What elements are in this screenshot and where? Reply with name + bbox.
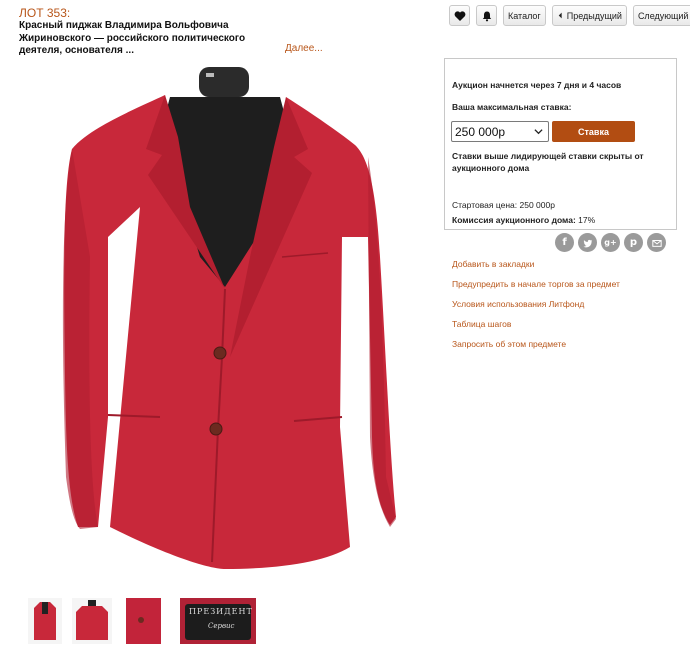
place-bid-button[interactable]: Ставка xyxy=(552,121,635,142)
commission-label: Комиссия аукционного дома: xyxy=(452,215,576,225)
brand-label-line2: Сервис xyxy=(208,622,235,630)
previous-label: Предыдущий xyxy=(566,10,622,21)
chevron-down-icon xyxy=(534,129,543,135)
lot-title: Красный пиджак Владимира Вольфовича Жири… xyxy=(19,20,246,56)
share-buttons: f g+ p xyxy=(555,233,666,252)
place-bid-label: Ставка xyxy=(578,126,609,137)
auction-countdown: Аукцион начнется через 7 дня и 4 часов xyxy=(452,80,622,90)
next-button[interactable]: Следующий xyxy=(632,5,690,26)
catalog-label: Каталог xyxy=(508,10,541,21)
max-bid-value: 250 000р xyxy=(455,125,506,139)
email-icon[interactable] xyxy=(647,233,666,252)
max-bid-label: Ваша максимальная ставка: xyxy=(452,102,572,112)
twitter-icon[interactable] xyxy=(578,233,597,252)
lot-main-photo[interactable] xyxy=(50,57,400,585)
favorite-button[interactable] xyxy=(449,5,470,26)
lot-number: ЛОТ 353: xyxy=(19,6,71,20)
thumbnail-label-image xyxy=(180,598,256,644)
pinterest-icon[interactable]: p xyxy=(624,233,643,252)
thumbnail-label[interactable]: ПРЕЗИДЕНТ Сервис xyxy=(180,598,256,644)
thumbnail-front[interactable] xyxy=(28,598,62,644)
chevron-left-icon xyxy=(558,12,562,19)
bookmark-link[interactable]: Добавить в закладки xyxy=(452,259,620,279)
commission: Комиссия аукционного дома: 17% xyxy=(452,215,595,225)
catalog-button[interactable]: Каталог xyxy=(503,5,546,26)
terms-link[interactable]: Условия использования Литфонд xyxy=(452,299,620,319)
brand-label-line1: ПРЕЗИДЕНТ xyxy=(189,607,253,616)
increments-link[interactable]: Таблица шагов xyxy=(452,319,620,339)
next-label: Следующий xyxy=(637,10,689,21)
bid-panel: Аукцион начнется через 7 дня и 4 часов В… xyxy=(444,58,677,230)
heart-icon xyxy=(454,10,465,21)
red-jacket-image xyxy=(50,57,400,585)
notify-link[interactable]: Предупредить в начале торгов за предмет xyxy=(452,279,620,299)
thumbnail-back-image xyxy=(72,598,112,644)
max-bid-select[interactable]: 250 000р xyxy=(451,121,549,142)
inquire-link[interactable]: Запросить об этом предмете xyxy=(452,339,620,359)
google-plus-icon[interactable]: g+ xyxy=(601,233,620,252)
previous-button[interactable]: Предыдущий xyxy=(551,5,627,26)
read-more-link[interactable]: Далее... xyxy=(285,43,323,54)
notify-button[interactable] xyxy=(476,5,497,26)
commission-value: 17% xyxy=(578,215,596,225)
lot-actions: Добавить в закладки Предупредить в начал… xyxy=(452,259,620,359)
hidden-bids-note: Ставки выше лидирующей ставки скрыты от … xyxy=(452,151,644,173)
thumbnail-front-image xyxy=(28,598,62,644)
thumbnail-back[interactable] xyxy=(72,598,112,644)
facebook-icon[interactable]: f xyxy=(555,233,574,252)
thumbnail-detail[interactable] xyxy=(126,598,161,644)
bell-icon xyxy=(482,11,491,21)
lot-toolbar: Каталог Предыдущий Следующий xyxy=(449,5,690,26)
thumbnail-detail-image xyxy=(126,598,161,644)
start-price: Стартовая цена: 250 000р xyxy=(452,200,555,210)
